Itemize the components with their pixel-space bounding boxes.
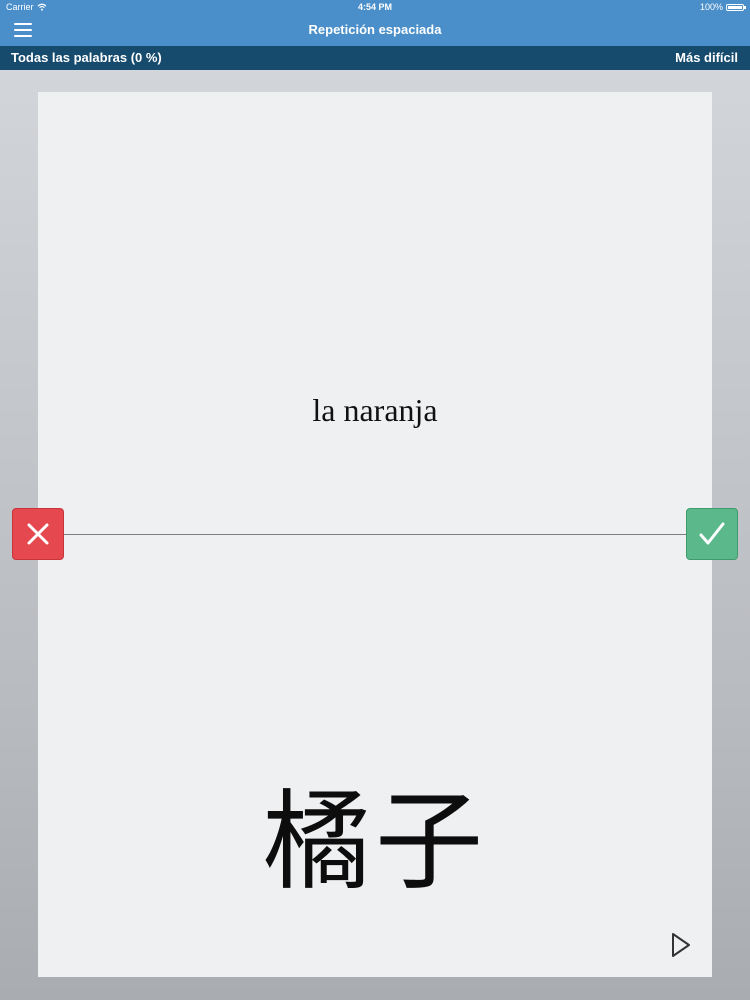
wrong-answer-button[interactable] xyxy=(12,508,64,560)
page-title: Repetición espaciada xyxy=(308,22,442,37)
flashcard-word: la naranja xyxy=(312,392,438,428)
progress-bar-header: Todas las palabras (0 %) Más difícil xyxy=(0,46,750,70)
play-icon xyxy=(672,933,690,957)
play-audio-button[interactable] xyxy=(666,930,696,960)
status-bar: Carrier 4:54 PM 100% xyxy=(0,0,750,14)
card-divider xyxy=(64,534,686,535)
battery-icon xyxy=(726,3,746,11)
all-words-progress-label: Todas las palabras (0 %) xyxy=(11,50,162,65)
battery-percent: 100% xyxy=(699,2,723,12)
battery-info: 100% xyxy=(699,0,746,14)
flashcard-answer: 橘子 xyxy=(262,780,487,905)
status-time: 4:54 PM xyxy=(357,2,392,12)
nav-bar: Repetición espaciada xyxy=(0,14,750,46)
hardest-button[interactable]: Más difícil xyxy=(675,46,738,70)
check-icon xyxy=(699,522,725,545)
x-icon xyxy=(27,523,49,545)
correct-answer-button[interactable] xyxy=(686,508,738,560)
